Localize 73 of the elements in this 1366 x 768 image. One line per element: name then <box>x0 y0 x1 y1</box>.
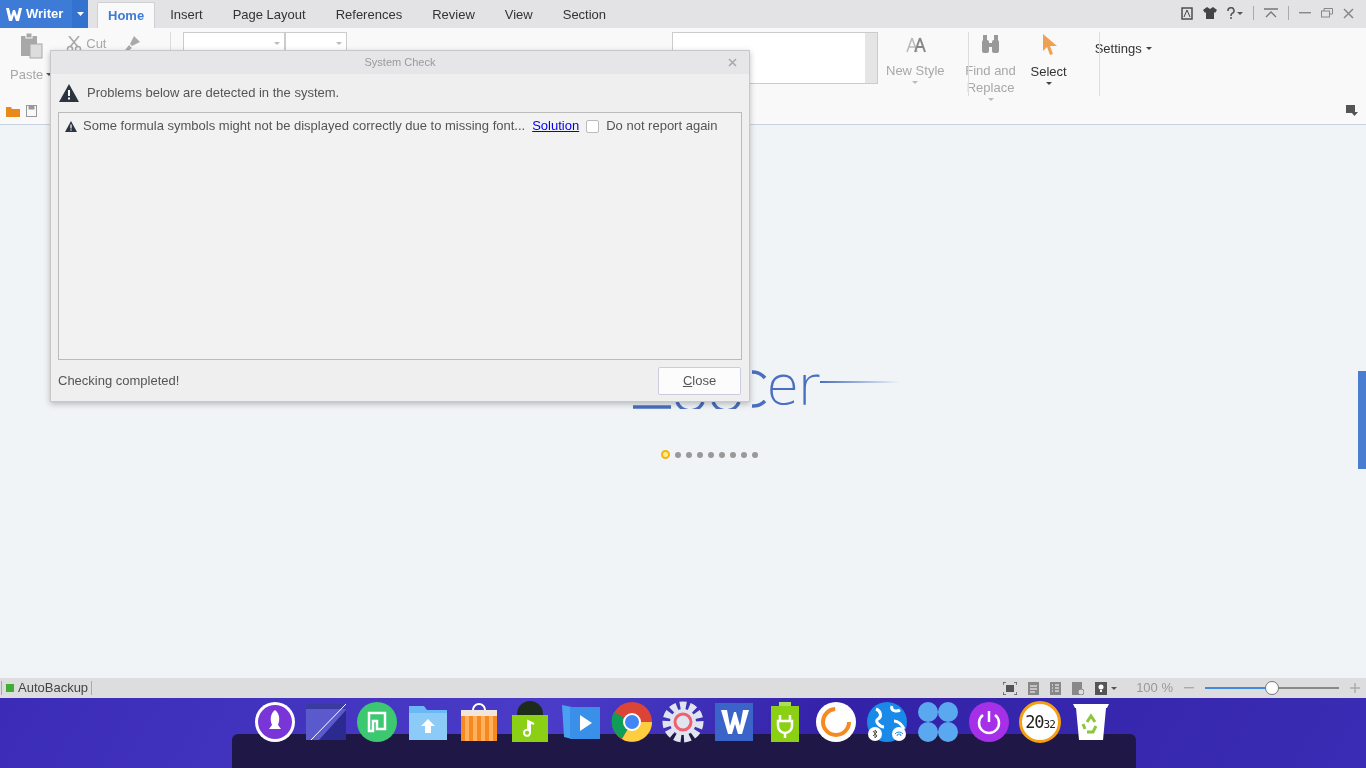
caret-icon <box>1237 11 1243 15</box>
caret-icon <box>274 41 280 45</box>
checkbox[interactable] <box>586 119 600 133</box>
ribbon-options-icon[interactable] <box>1346 105 1358 116</box>
solution-link[interactable]: Solution <box>532 116 580 136</box>
w-logo-icon[interactable] <box>713 701 755 743</box>
ribbon-tab[interactable]: Section <box>547 2 622 28</box>
web-view-icon[interactable] <box>1072 681 1085 695</box>
music-icon[interactable] <box>509 701 551 743</box>
help-button[interactable] <box>1227 7 1243 19</box>
caret-icon <box>76 12 84 16</box>
ribbon-tab[interactable]: View <box>489 2 548 28</box>
issue-text: Some formula symbols might not be displayed correctly due to missing font... <box>83 117 526 136</box>
recycle-bin-icon[interactable] <box>1070 701 1112 743</box>
caret-icon <box>987 98 994 101</box>
logo-text: er <box>766 361 818 411</box>
caret-icon <box>1111 686 1118 690</box>
logo-arc-drawing <box>750 370 767 408</box>
caret-icon <box>912 81 919 84</box>
save-icon[interactable] <box>26 105 37 117</box>
app-dropdown-button[interactable] <box>72 0 88 28</box>
lightbulb-icon <box>1095 681 1108 695</box>
settings-button[interactable]: Settings <box>1094 40 1152 57</box>
dialog-title: System Check <box>364 55 436 71</box>
launcher-icon[interactable] <box>254 701 296 743</box>
power-icon[interactable] <box>968 701 1010 743</box>
browser-icon[interactable] <box>611 701 653 743</box>
collapse-ribbon-icon[interactable] <box>1264 8 1278 18</box>
restore-icon[interactable] <box>1321 8 1333 18</box>
clock-widget[interactable]: 2032 <box>1019 701 1061 743</box>
page-view-icon[interactable] <box>1028 681 1040 695</box>
clock-hours: 20 <box>1025 713 1044 731</box>
warning-icon <box>59 84 79 102</box>
w-logo-icon <box>6 7 22 21</box>
globe-network-icon[interactable] <box>866 701 908 743</box>
help-icon <box>1227 7 1235 19</box>
outline-view-icon[interactable] <box>1050 681 1062 695</box>
caret-icon <box>1145 47 1152 50</box>
caret-icon <box>1045 82 1052 85</box>
caret-icon <box>336 41 342 45</box>
shopping-bag-icon[interactable] <box>458 701 500 743</box>
close-button[interactable]: Close <box>658 366 741 395</box>
warning-icon <box>65 120 77 132</box>
status-square-icon <box>6 684 14 692</box>
do-not-report-checkbox[interactable]: Do not report again <box>586 116 718 136</box>
binoculars-icon <box>980 34 1002 54</box>
status-message: Checking completed! <box>58 371 180 390</box>
zoom-slider[interactable] <box>1205 681 1339 695</box>
close-icon[interactable] <box>1343 7 1354 19</box>
dial-icon[interactable] <box>815 701 857 743</box>
four-circles-icon[interactable] <box>917 701 959 743</box>
clipboard-icon <box>19 32 43 59</box>
select-button[interactable]: Select <box>1030 34 1067 85</box>
ribbon-tab[interactable]: Review <box>417 2 490 28</box>
reading-mode-button[interactable] <box>1095 681 1118 695</box>
clock-minutes: 32 <box>1043 718 1055 730</box>
document-icon[interactable] <box>1181 6 1193 20</box>
dialog-message: Problems below are detected in the system. <box>87 84 340 103</box>
shirt-icon[interactable] <box>1203 7 1217 19</box>
app-menu-button[interactable]: Writer <box>0 0 72 28</box>
ribbon-tab[interactable]: References <box>320 2 418 28</box>
gear-icon[interactable] <box>662 701 704 743</box>
zoom-slider-thumb[interactable] <box>1265 681 1279 695</box>
ribbon-tab[interactable]: Insert <box>155 2 218 28</box>
fullscreen-icon[interactable] <box>1003 681 1018 695</box>
ribbon-tab[interactable]: Page Layout <box>217 2 321 28</box>
autobackup-status-button[interactable]: AutoBackup <box>2 678 92 698</box>
window-icon[interactable] <box>305 701 347 743</box>
zoom-level-text: 100 % <box>1136 679 1173 698</box>
scroll-handle[interactable] <box>1358 371 1366 469</box>
gallery-scrollbar[interactable] <box>865 33 877 83</box>
cursor-icon <box>1040 34 1057 55</box>
ribbon-tab[interactable]: Home <box>97 2 156 28</box>
